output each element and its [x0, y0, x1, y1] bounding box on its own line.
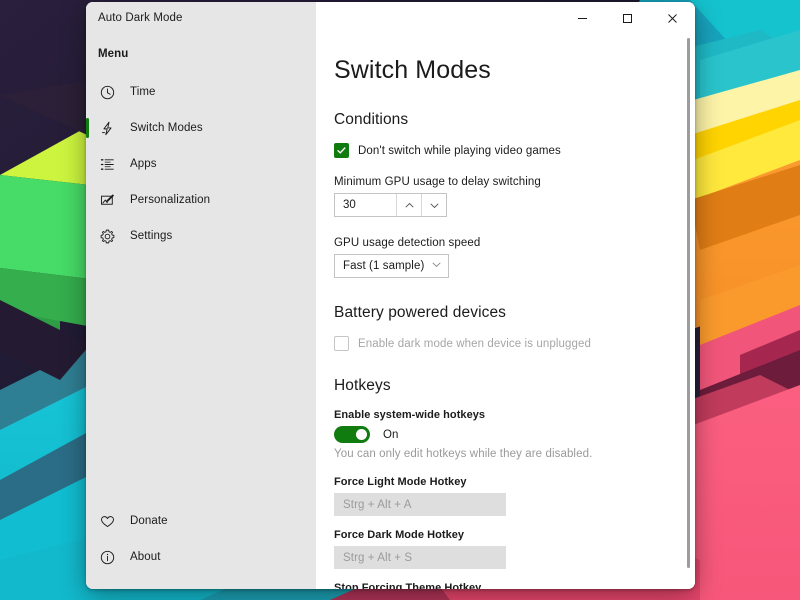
sidebar-item-donate[interactable]: Donate [86, 503, 316, 539]
sidebar-item-switch-modes[interactable]: Switch Modes [86, 110, 316, 146]
lightning-bolt-icon [98, 119, 117, 138]
force-dark-mode-hotkey-value: Strg + Alt + S [343, 551, 413, 564]
checkmark-icon [337, 147, 346, 154]
auto-dark-mode-window: Auto Dark Mode Menu Time Switch Modes Ap… [86, 2, 695, 589]
close-button[interactable] [650, 2, 695, 34]
content-scrollbar[interactable] [686, 38, 691, 585]
minimize-icon [578, 17, 587, 19]
sidebar-item-label: Switch Modes [130, 122, 203, 134]
selection-indicator [86, 118, 89, 138]
clock-icon [98, 83, 117, 102]
enable-hotkeys-label: Enable system-wide hotkeys [334, 409, 486, 421]
content-scroll: Switch Modes Conditions Don't switch whi… [316, 34, 695, 589]
gpu-detection-speed-select[interactable]: Fast (1 sample) [334, 254, 449, 278]
maximize-icon [623, 13, 632, 23]
selection-indicator [86, 82, 89, 102]
section-battery: Battery powered devices Enable dark mode… [334, 304, 665, 351]
section-conditions: Conditions Don't switch while playing vi… [334, 111, 665, 278]
close-icon [668, 13, 677, 23]
enable-hotkeys-toggle-row[interactable]: On [334, 426, 665, 443]
sidebar-item-settings[interactable]: Settings [86, 218, 316, 254]
section-heading-battery: Battery powered devices [334, 304, 507, 321]
sidebar-item-apps[interactable]: Apps [86, 146, 316, 182]
content-area: Switch Modes Conditions Don't switch whi… [316, 34, 695, 589]
chevron-down-icon [431, 257, 442, 275]
selection-indicator [86, 511, 89, 531]
stop-forcing-theme-hotkey-label: Stop Forcing Theme Hotkey [334, 582, 482, 589]
menu-heading: Menu [98, 48, 129, 60]
window-body: Menu Time Switch Modes Apps Personalizat… [86, 34, 695, 589]
maximize-button[interactable] [605, 2, 650, 34]
min-gpu-usage-label: Minimum GPU usage to delay switching [334, 176, 541, 188]
sidebar-item-label: Donate [130, 515, 168, 527]
gear-icon [98, 227, 117, 246]
dont-switch-games-checkbox-row[interactable]: Don't switch while playing video games [334, 143, 665, 158]
page-title: Switch Modes [334, 56, 491, 84]
sidebar-bottom-list: Donate About [86, 503, 316, 589]
titlebar-left-region: Auto Dark Mode [86, 2, 316, 34]
enable-dark-unplugged-label: Enable dark mode when device is unplugge… [358, 337, 591, 350]
section-hotkeys: Hotkeys Enable system-wide hotkeys On Yo… [334, 377, 665, 589]
sidebar-item-label: Apps [130, 158, 157, 170]
hotkeys-hint: You can only edit hotkeys while they are… [334, 448, 593, 460]
chevron-up-icon [405, 202, 413, 207]
selection-indicator [86, 190, 89, 210]
heart-icon [98, 512, 117, 531]
force-dark-mode-hotkey-label: Force Dark Mode Hotkey [334, 529, 465, 541]
sidebar-item-personalization[interactable]: Personalization [86, 182, 316, 218]
selection-indicator [86, 154, 89, 174]
gpu-detection-speed-value: Fast (1 sample) [343, 260, 425, 272]
scrollbar-thumb[interactable] [687, 38, 690, 568]
sidebar-item-label: Personalization [130, 194, 211, 206]
selection-indicator [86, 547, 89, 567]
dont-switch-games-checkbox[interactable] [334, 143, 349, 158]
force-light-mode-hotkey-field: Strg + Alt + A [334, 493, 506, 516]
min-gpu-usage-increment-button[interactable] [396, 194, 421, 216]
toggle-knob [356, 429, 367, 440]
minimize-button[interactable] [560, 2, 605, 34]
titlebar: Auto Dark Mode [86, 2, 695, 34]
enable-hotkeys-toggle[interactable] [334, 426, 370, 443]
enable-dark-unplugged-checkbox [334, 336, 349, 351]
force-light-mode-hotkey-label: Force Light Mode Hotkey [334, 476, 467, 488]
sidebar-item-time[interactable]: Time [86, 74, 316, 110]
min-gpu-usage-input[interactable]: 30 [335, 194, 396, 216]
selection-indicator [86, 226, 89, 246]
titlebar-drag-region[interactable] [316, 2, 560, 34]
sidebar: Menu Time Switch Modes Apps Personalizat… [86, 34, 316, 589]
min-gpu-usage-decrement-button[interactable] [421, 194, 446, 216]
sidebar-item-label: Time [130, 86, 156, 98]
dont-switch-games-label: Don't switch while playing video games [358, 144, 561, 157]
enable-hotkeys-state: On [383, 428, 399, 441]
list-icon [98, 155, 117, 174]
chevron-down-icon [430, 203, 438, 208]
window-controls [560, 2, 695, 34]
section-heading-hotkeys: Hotkeys [334, 377, 391, 394]
gpu-detection-speed-label: GPU usage detection speed [334, 237, 481, 249]
force-light-mode-hotkey-value: Strg + Alt + A [343, 498, 412, 511]
section-heading-conditions: Conditions [334, 111, 409, 128]
sidebar-item-label: About [130, 551, 161, 563]
brush-icon [98, 191, 117, 210]
sidebar-item-about[interactable]: About [86, 539, 316, 575]
min-gpu-usage-stepper[interactable]: 30 [334, 193, 447, 217]
info-circle-icon [98, 548, 117, 567]
force-dark-mode-hotkey-field: Strg + Alt + S [334, 546, 506, 569]
sidebar-nav-list: Time Switch Modes Apps Personalization S… [86, 74, 316, 254]
sidebar-item-label: Settings [130, 230, 173, 242]
enable-dark-unplugged-checkbox-row: Enable dark mode when device is unplugge… [334, 336, 665, 351]
window-title: Auto Dark Mode [98, 12, 183, 24]
